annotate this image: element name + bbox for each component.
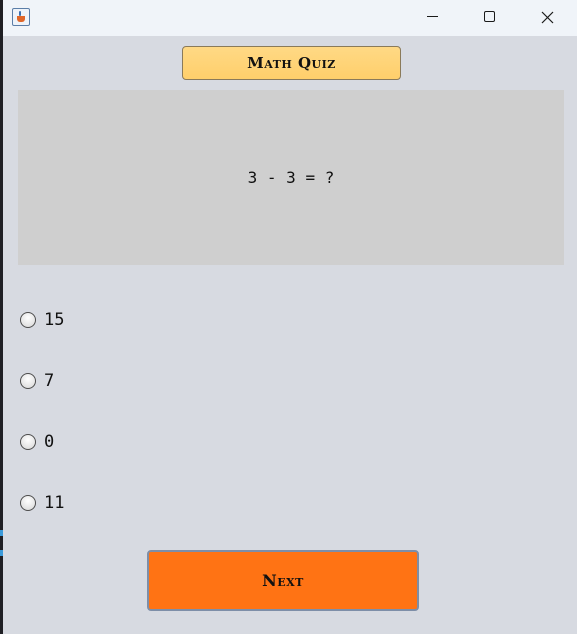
radio-button[interactable] <box>20 495 36 511</box>
radio-button[interactable] <box>20 312 36 328</box>
question-text: 3 - 3 = ? <box>247 168 335 187</box>
answer-option[interactable]: 7 <box>20 370 54 392</box>
minimize-button[interactable] <box>409 0 455 34</box>
maximize-icon <box>484 11 495 22</box>
answer-option-label: 7 <box>44 371 55 391</box>
quiz-title-button[interactable]: Math Quiz <box>182 46 401 80</box>
answer-option-label: 15 <box>44 310 65 330</box>
radio-button[interactable] <box>20 434 36 450</box>
java-cup-icon[interactable] <box>12 8 30 26</box>
quiz-window: Math Quiz 3 - 3 = ? 15 7 0 11 Next <box>3 0 577 634</box>
answer-option-label: 0 <box>44 432 55 452</box>
minimize-icon <box>427 16 438 17</box>
answer-option[interactable]: 11 <box>20 492 64 514</box>
question-panel: 3 - 3 = ? <box>18 90 564 265</box>
next-button[interactable]: Next <box>147 550 419 611</box>
radio-button[interactable] <box>20 373 36 389</box>
close-icon <box>541 11 554 24</box>
maximize-button[interactable] <box>467 0 513 34</box>
answer-option-label: 11 <box>44 493 65 513</box>
close-button[interactable] <box>525 0 571 34</box>
title-bar[interactable] <box>3 0 577 36</box>
answer-option[interactable]: 0 <box>20 431 54 453</box>
answer-option[interactable]: 15 <box>20 309 64 331</box>
